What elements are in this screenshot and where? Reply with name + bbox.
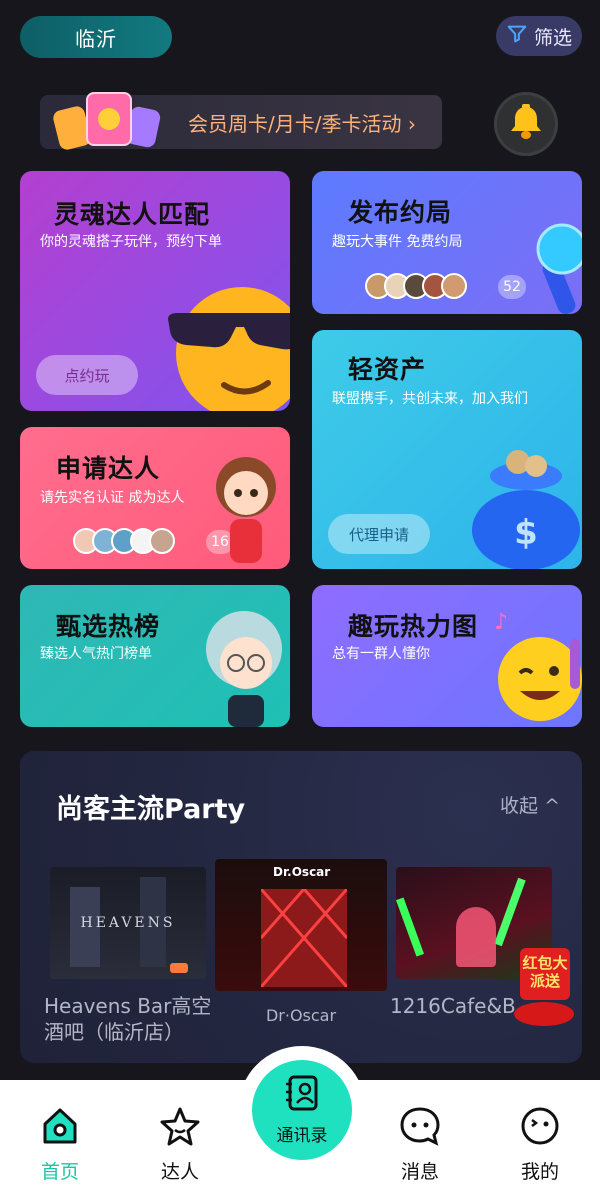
profile-face-icon: [519, 1106, 561, 1151]
tab-mine[interactable]: 我的: [500, 1106, 580, 1184]
star-face-icon: [159, 1106, 201, 1151]
agent-apply-button[interactable]: 代理申请: [328, 514, 430, 554]
red-packet-badge[interactable]: 红包大派送: [508, 948, 580, 1028]
soul-match-title: 灵魂达人匹配: [54, 200, 211, 229]
venue-logo-text: Dr.Oscar: [273, 865, 331, 879]
collapse-button[interactable]: 收起 ^: [500, 791, 560, 818]
city-label: 临沂: [75, 26, 117, 51]
notification-bell-button[interactable]: [494, 92, 558, 156]
chat-bubble-icon: [399, 1106, 441, 1151]
tab-home-label: 首页: [40, 1161, 79, 1183]
light-asset-subtitle: 联盟携手，共创未来，加入我们: [332, 391, 528, 407]
vip-promo-banner[interactable]: 会员周卡/月卡/季卡活动 ›: [40, 92, 442, 152]
contacts-book-icon: [282, 1074, 322, 1117]
filter-icon: [506, 23, 528, 50]
filter-label: 筛选: [533, 26, 572, 49]
sunglasses-emoji-icon: [164, 275, 290, 411]
apply-talent-title: 申请达人: [56, 454, 161, 483]
apply-talent-subtitle: 请先实名认证 成为达人: [40, 490, 185, 506]
heat-map-title: 趣玩热力图: [348, 612, 479, 641]
wink-emoji-icon: ♪: [484, 599, 582, 727]
venue-image: HEAVENS: [50, 867, 206, 979]
vip-cards-icon: [40, 78, 162, 152]
book-play-button[interactable]: 点约玩: [36, 355, 138, 395]
hot-list-subtitle: 臻选人气热门榜单: [40, 646, 152, 662]
svg-text:♪: ♪: [494, 610, 508, 635]
tab-contacts-label: 通讯录: [276, 1126, 328, 1146]
venue-name: Heavens Bar高空酒吧（临沂店）: [44, 994, 212, 1044]
soul-match-subtitle: 你的灵魂搭子玩伴，预约下单: [40, 234, 222, 250]
post-event-card[interactable]: 发布约局 趣玩大事件 免费约局 52: [312, 171, 582, 314]
red-packet-label: 红包大派送: [522, 954, 568, 990]
post-event-subtitle: 趣玩大事件 免费约局: [332, 234, 463, 250]
heat-map-card[interactable]: 趣玩热力图 总有一群人懂你 ♪: [312, 585, 582, 727]
venue-name: Dr·Oscar: [265, 1006, 337, 1025]
tab-mine-label: 我的: [520, 1161, 559, 1183]
city-selector[interactable]: 临沂: [20, 16, 172, 58]
money-bag-icon: $: [462, 440, 582, 569]
venue-image: Dr.Oscar: [215, 859, 387, 991]
girl-character-icon: [200, 447, 290, 569]
soul-match-card[interactable]: 灵魂达人匹配 你的灵魂搭子玩伴，预约下单 点约玩: [20, 171, 290, 411]
apply-talent-card[interactable]: 申请达人 请先实名认证 成为达人 16: [20, 427, 290, 569]
party-section: 尚客主流Party 收起 ^ HEAVENS Heavens Bar高空酒吧（临…: [20, 751, 582, 1063]
vip-promo-text: 会员周卡/月卡/季卡活动 ›: [188, 111, 416, 136]
light-asset-card[interactable]: 轻资产 联盟携手，共创未来，加入我们 $ 代理申请: [312, 330, 582, 569]
participant-avatars: [365, 273, 467, 299]
tab-contacts[interactable]: 通讯录: [252, 1060, 352, 1160]
microphone-icon: [522, 219, 582, 314]
tab-talent-label: 达人: [160, 1161, 199, 1183]
svg-text:$: $: [514, 513, 538, 553]
glasses-girl-icon: [196, 599, 290, 727]
home-icon: [39, 1106, 81, 1151]
hot-list-title: 甄选热榜: [56, 612, 161, 641]
avatar: [149, 528, 175, 554]
venue-logo-text: HEAVENS: [80, 915, 176, 931]
light-asset-title: 轻资产: [348, 355, 427, 384]
venue-card-droscar[interactable]: Dr.Oscar Dr·Oscar: [215, 859, 387, 1029]
tab-home[interactable]: 首页: [20, 1106, 100, 1184]
post-event-title: 发布约局: [348, 198, 453, 227]
tab-talent[interactable]: 达人: [140, 1106, 220, 1184]
tab-messages-label: 消息: [400, 1161, 439, 1183]
bell-icon: [506, 102, 546, 146]
party-section-title: 尚客主流Party: [56, 794, 246, 825]
avatar: [441, 273, 467, 299]
heat-map-subtitle: 总有一群人懂你: [332, 646, 430, 662]
talent-avatars: [73, 528, 175, 554]
venue-card-heavens[interactable]: HEAVENS Heavens Bar高空酒吧（临沂店）: [44, 867, 211, 1045]
tab-messages[interactable]: 消息: [380, 1106, 460, 1184]
hot-list-card[interactable]: 甄选热榜 臻选人气热门榜单: [20, 585, 290, 727]
filter-button[interactable]: 筛选: [496, 16, 582, 56]
